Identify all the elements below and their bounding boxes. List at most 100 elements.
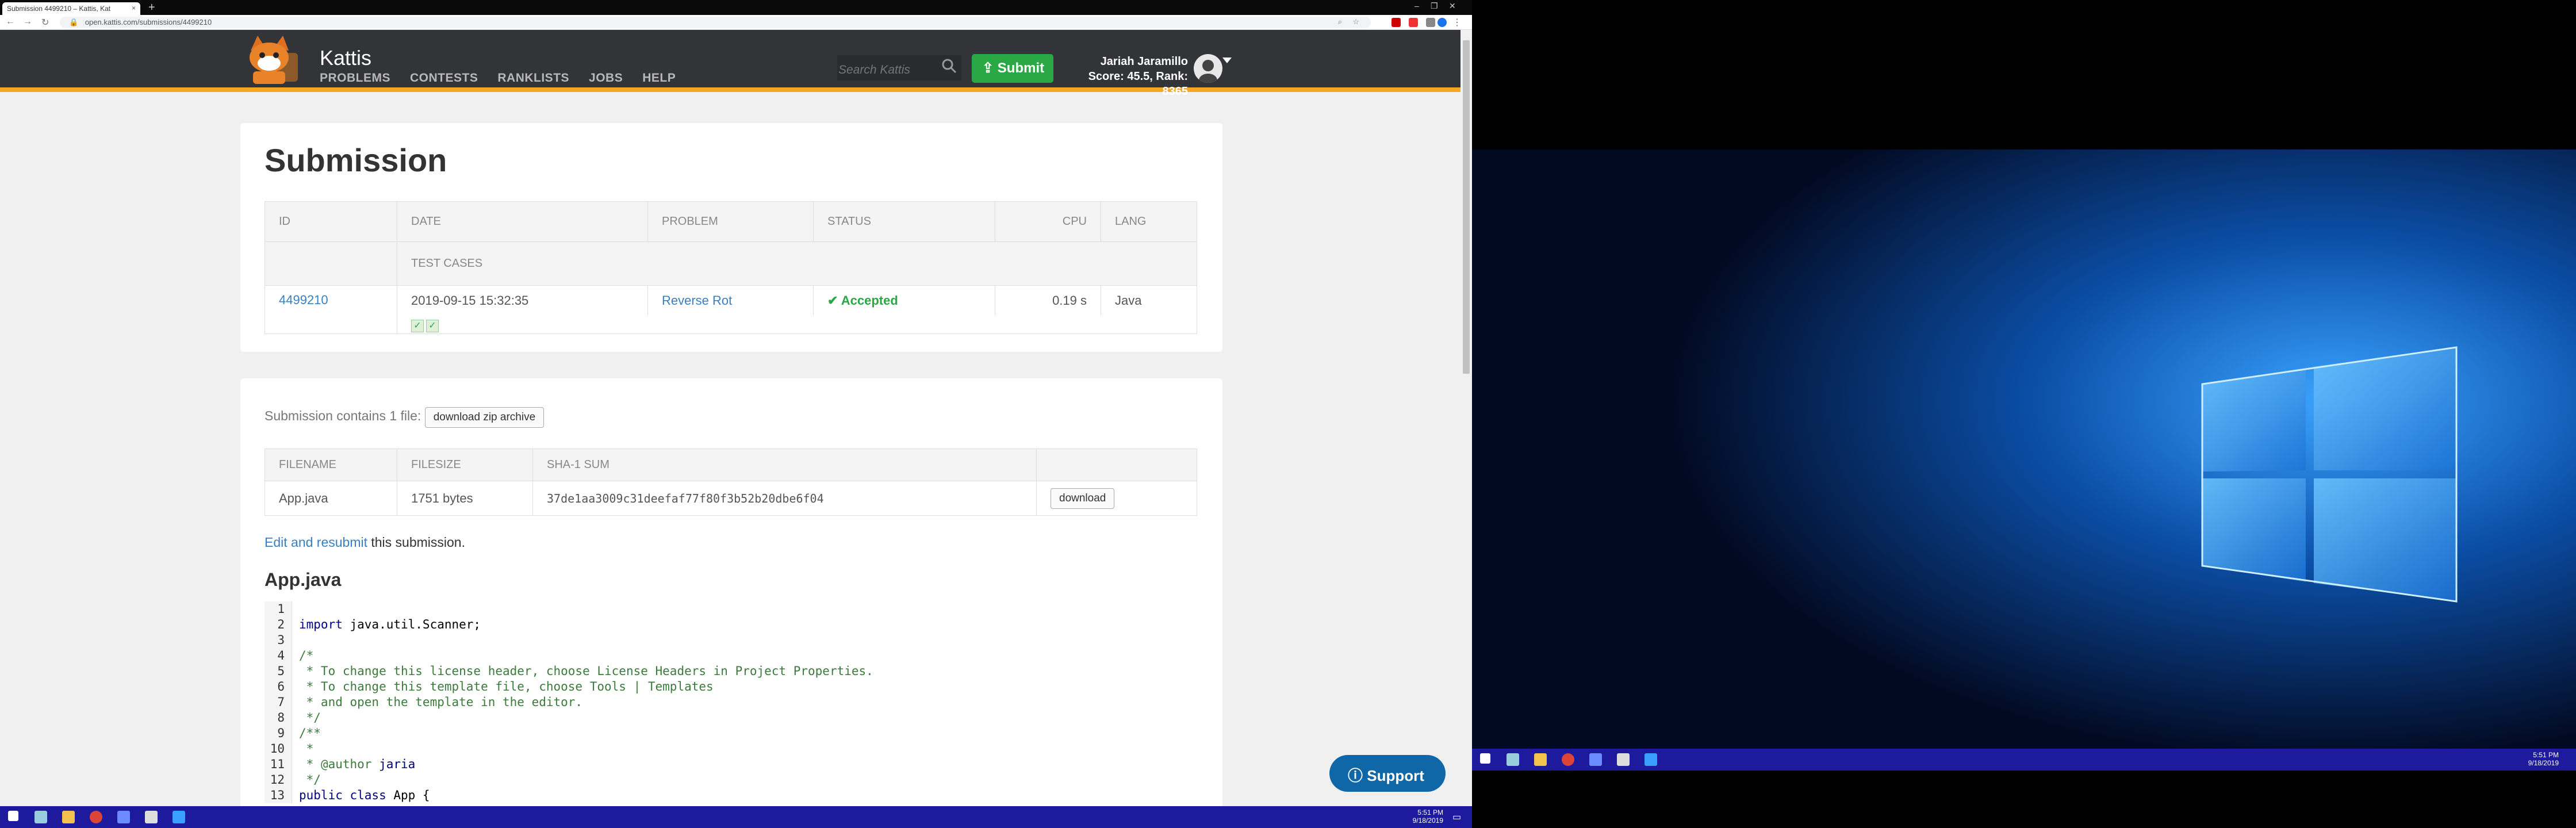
nav-help[interactable]: HELP: [642, 71, 676, 85]
menu-icon[interactable]: ⋮: [1452, 17, 1462, 28]
app-icon[interactable]: [1617, 753, 1630, 766]
start-icon[interactable]: [1480, 753, 1490, 764]
tab-close-icon[interactable]: ×: [132, 4, 136, 12]
test-case-pass-icon[interactable]: ✓: [426, 319, 439, 332]
page-title: Submission: [264, 142, 447, 178]
nav-jobs[interactable]: JOBS: [589, 71, 623, 85]
reload-icon[interactable]: ↻: [41, 17, 49, 28]
line-number: 7: [264, 695, 292, 710]
browser-tab[interactable]: Submission 4499210 – Kattis, Kat ×: [2, 2, 140, 15]
app-icon[interactable]: [1644, 753, 1657, 766]
minimize-icon[interactable]: –: [1414, 1, 1419, 10]
profile-icon[interactable]: [1438, 18, 1447, 27]
support-button[interactable]: ⓘ Support: [1329, 755, 1446, 792]
site-header: Kattis PROBLEMS CONTESTS RANKLISTS JOBS …: [0, 30, 1460, 98]
download-button[interactable]: download: [1051, 488, 1115, 509]
scrollbar-thumb[interactable]: [1463, 40, 1470, 374]
clock-date: 9/18/2019: [1412, 816, 1443, 825]
code-line: 12 */: [264, 772, 873, 788]
line-number: 10: [264, 741, 292, 757]
files-table: FILENAME FILESIZE SHA-1 SUM App.java 175…: [264, 448, 1197, 516]
cpu-time: 0.19 s: [995, 285, 1101, 316]
code-line: 5 * To change this license header, choos…: [264, 664, 873, 679]
app-icon[interactable]: [172, 811, 185, 823]
language: Java: [1101, 285, 1197, 316]
nav-contests[interactable]: CONTESTS: [410, 71, 478, 85]
code-token: * and open the template in the editor.: [299, 695, 583, 709]
chrome-icon[interactable]: [1562, 753, 1574, 766]
submit-button[interactable]: ⇪ Submit: [972, 54, 1053, 83]
line-number: 11: [264, 757, 292, 772]
test-case-pass-icon[interactable]: ✓: [411, 319, 424, 332]
app-icon[interactable]: [145, 811, 158, 823]
line-number: 1: [264, 601, 292, 617]
clock-time: 5:51 PM: [2533, 751, 2559, 759]
new-tab-button[interactable]: +: [148, 1, 155, 14]
code-token: App {: [386, 788, 430, 802]
code-line: 9 /**: [264, 726, 873, 741]
forward-icon[interactable]: →: [23, 17, 32, 27]
right-monitor: 5:51 PM 9/18/2019: [1472, 0, 2576, 828]
col-lang: LANG: [1101, 201, 1197, 242]
app-icon[interactable]: [117, 811, 130, 823]
avatar[interactable]: [1194, 54, 1222, 83]
search-icon[interactable]: [941, 57, 958, 75]
bookmark-star-icon[interactable]: ☆: [1352, 17, 1359, 26]
code-title: App.java: [264, 569, 342, 590]
file-explorer-icon[interactable]: [62, 811, 75, 823]
code-token: */: [299, 773, 321, 787]
notification-icon[interactable]: ▭: [1452, 811, 1461, 823]
col-sha1: SHA-1 SUM: [532, 448, 1037, 481]
maximize-icon[interactable]: ❐: [1431, 1, 1438, 11]
col-filesize: FILESIZE: [397, 448, 533, 481]
extension-icon[interactable]: [1409, 18, 1418, 27]
clock[interactable]: 5:51 PM 9/18/2019: [1392, 808, 1443, 825]
line-number: 2: [264, 617, 292, 632]
user-score: Score: 45.5, Rank: 8365: [1088, 70, 1188, 98]
extension-icon[interactable]: [1392, 18, 1401, 27]
code-token: * To change this license header, choose …: [299, 664, 873, 678]
code-token: */: [299, 711, 321, 724]
taskview-icon[interactable]: [1506, 753, 1519, 766]
code-line: 3: [264, 632, 873, 648]
chevron-down-icon[interactable]: [1222, 57, 1232, 63]
chrome-icon[interactable]: [90, 811, 102, 823]
col-id: ID: [264, 201, 397, 242]
site-brand[interactable]: Kattis: [320, 46, 371, 70]
col-filename: FILENAME: [264, 448, 397, 481]
download-zip-button[interactable]: download zip archive: [424, 407, 545, 428]
start-icon[interactable]: [8, 811, 18, 821]
user-info[interactable]: Jariah Jaramillo Score: 45.5, Rank: 8365: [1063, 54, 1188, 99]
taskbar: 5:51 PM 9/18/2019 ▭: [0, 806, 1472, 828]
code-token: import: [299, 618, 343, 631]
nav-problems[interactable]: PROBLEMS: [320, 71, 390, 85]
close-window-icon[interactable]: ✕: [1449, 1, 1456, 11]
lock-icon: 🔒: [69, 18, 79, 26]
zoom-icon[interactable]: ⌕: [1338, 17, 1342, 26]
clock[interactable]: 5:51 PM 9/18/2019: [2507, 751, 2559, 767]
code-line: 13 public class App {: [264, 788, 873, 803]
problem-link[interactable]: Reverse Rot: [662, 293, 732, 308]
extension-icon[interactable]: [1426, 18, 1435, 27]
address-bar[interactable]: 🔒 open.kattis.com/submissions/4499210 ⌕ …: [60, 17, 1371, 28]
app-icon[interactable]: [1589, 753, 1602, 766]
edit-resubmit-link[interactable]: Edit and resubmit: [264, 535, 367, 550]
scrollbar[interactable]: [1460, 30, 1472, 806]
nav-ranklists[interactable]: RANKLISTS: [497, 71, 569, 85]
code-line: 11 * @author jaria: [264, 757, 873, 772]
submission-id-link[interactable]: 4499210: [279, 293, 328, 307]
back-icon[interactable]: ←: [6, 17, 15, 27]
filesize: 1751 bytes: [397, 481, 533, 516]
main-nav: PROBLEMS CONTESTS RANKLISTS JOBS HELP: [320, 71, 676, 85]
taskview-icon[interactable]: [34, 811, 47, 823]
table-row: App.java 1751 bytes 37de1aa3009c31deefaf…: [264, 481, 1197, 516]
col-cpu: CPU: [995, 201, 1101, 242]
line-number: 12: [264, 772, 292, 788]
kattis-logo-icon[interactable]: [241, 33, 309, 86]
line-number: 8: [264, 710, 292, 726]
code-token: /*: [299, 649, 314, 662]
left-monitor: Submission 4499210 – Kattis, Kat × + – ❐…: [0, 0, 1472, 828]
line-number: 3: [264, 632, 292, 648]
clock-date: 9/18/2019: [2528, 759, 2559, 767]
file-explorer-icon[interactable]: [1534, 753, 1547, 766]
